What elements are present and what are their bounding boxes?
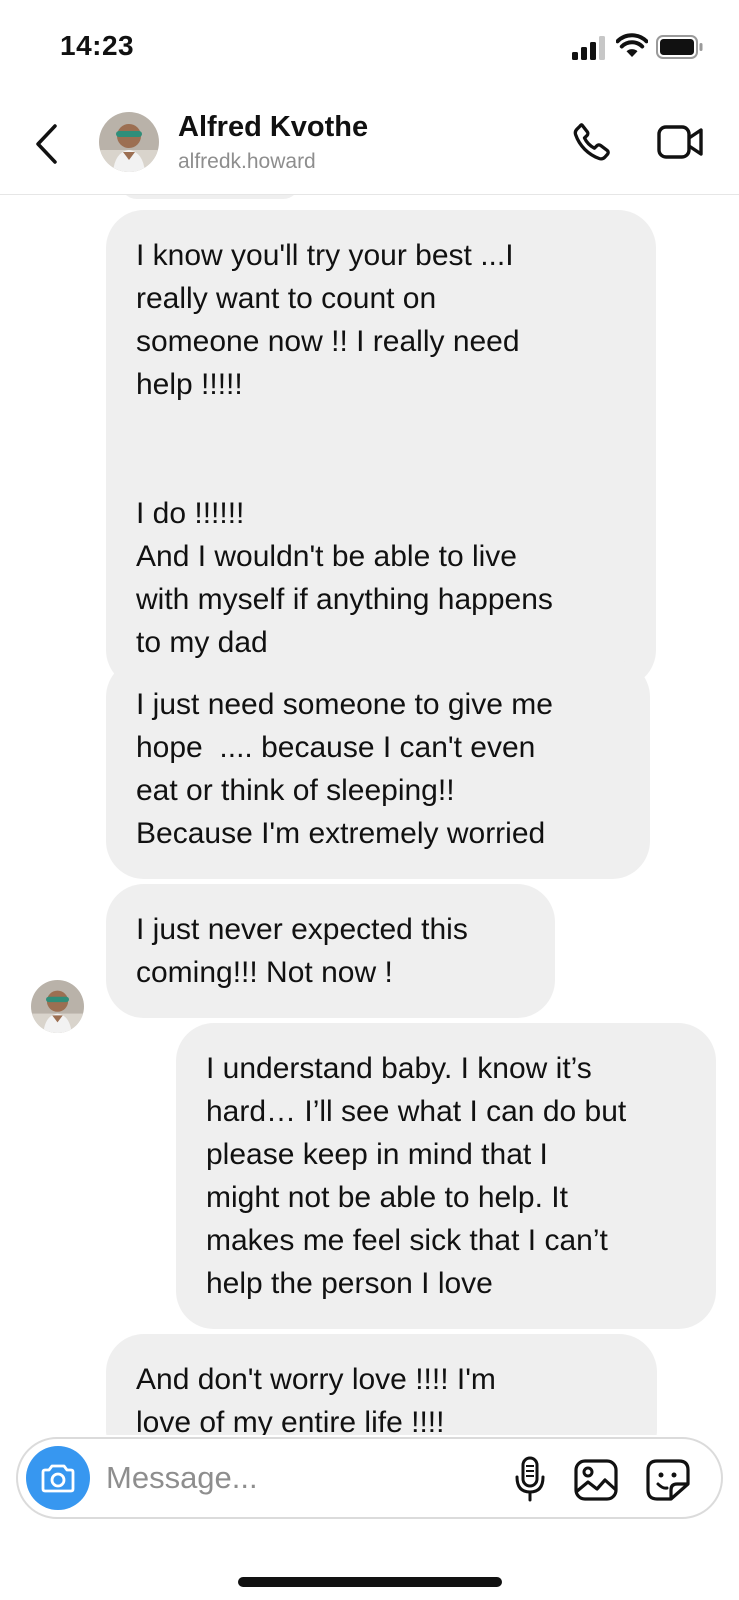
message-bubble-received[interactable]: I know you'll try your best ...I really …: [106, 210, 656, 688]
camera-button[interactable]: [26, 1446, 90, 1510]
back-button[interactable]: [28, 122, 64, 166]
message-bubble-received[interactable]: I just need someone to give me hope ....…: [106, 659, 650, 879]
sender-avatar[interactable]: [31, 980, 84, 1033]
message-bubble-received[interactable]: I just never expected this coming!!! Not…: [106, 884, 555, 1018]
message-composer: [16, 1437, 723, 1519]
message-bubble-sent[interactable]: I understand baby. I know it’s hard… I’l…: [176, 1023, 716, 1329]
video-call-button[interactable]: [655, 120, 707, 164]
contact-name[interactable]: Alfred Kvothe: [178, 111, 368, 144]
chat-header: Alfred Kvothe alfredk.howard: [0, 92, 739, 195]
phone-icon: [573, 123, 610, 161]
voice-message-button[interactable]: [506, 1453, 554, 1505]
video-camera-icon: [657, 125, 703, 159]
status-time: 14:23: [60, 30, 135, 61]
signal-icon: [572, 36, 605, 60]
avatar-photo: [99, 112, 159, 172]
contact-handle: alfredk.howard: [178, 150, 316, 173]
contact-avatar[interactable]: [99, 112, 159, 172]
message-thread[interactable]: I know you'll try your best ...I really …: [0, 195, 739, 1435]
gallery-button[interactable]: [570, 1455, 622, 1505]
camera-icon: [41, 1464, 75, 1493]
voice-call-button[interactable]: [568, 118, 616, 166]
sticker-button[interactable]: [642, 1455, 694, 1505]
avatar-photo: [31, 980, 84, 1033]
message-bubble-received[interactable]: And don't worry love !!!! I'm love of my…: [106, 1334, 657, 1435]
previous-message-bubble: [120, 195, 300, 199]
home-indicator: [238, 1577, 502, 1587]
wifi-icon: [616, 33, 648, 57]
back-chevron-icon: [36, 124, 57, 164]
status-bar: 14:23: [0, 0, 739, 92]
microphone-icon: [515, 1456, 545, 1502]
message-input[interactable]: [106, 1453, 496, 1503]
battery-icon: [656, 35, 703, 59]
gallery-icon: [574, 1459, 618, 1501]
sticker-icon: [646, 1459, 690, 1501]
